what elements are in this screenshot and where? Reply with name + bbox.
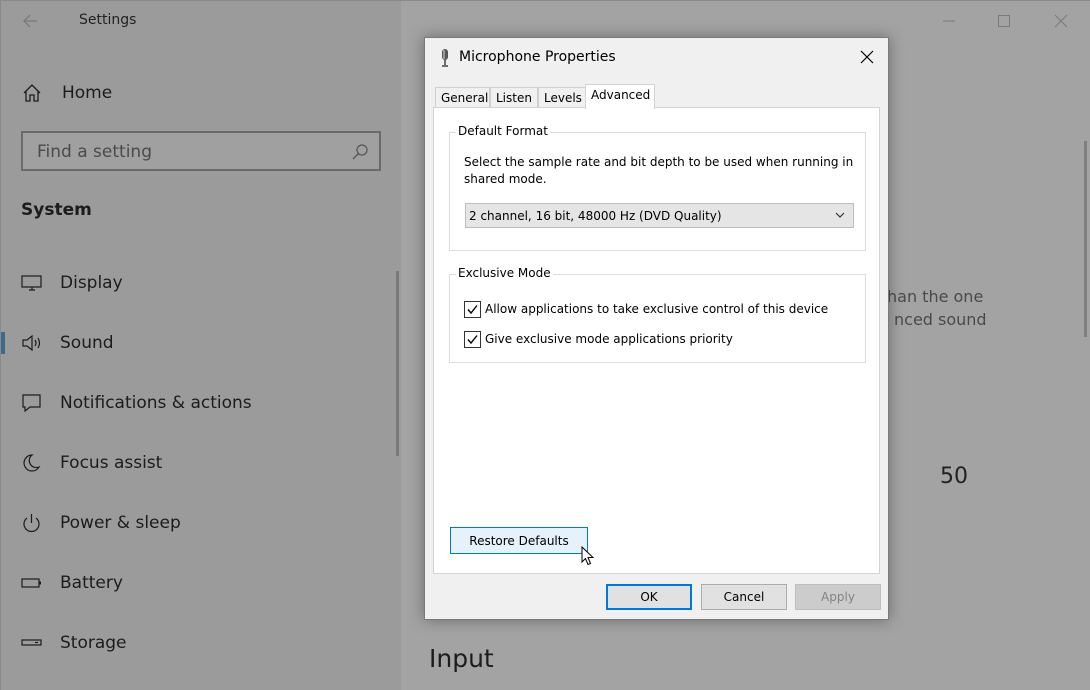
home-label: Home bbox=[62, 83, 113, 103]
tab-general[interactable]: General bbox=[435, 87, 490, 108]
exclusive-mode-title: Exclusive Mode bbox=[456, 266, 553, 280]
sidebar-item-battery[interactable]: Battery bbox=[1, 563, 397, 603]
sidebar-item-sound[interactable]: Sound bbox=[1, 323, 397, 363]
apply-button[interactable]: Apply bbox=[795, 584, 881, 610]
app-title: Settings bbox=[79, 12, 137, 28]
input-heading: Input bbox=[429, 644, 494, 673]
default-format-group: Default Format Select the sample rate an… bbox=[449, 124, 866, 251]
sidebar-item-notifications[interactable]: Notifications & actions bbox=[1, 383, 397, 423]
partial-description-line-1: han the one bbox=[887, 287, 984, 306]
exclusive-priority-option[interactable]: Give exclusive mode applications priorit… bbox=[464, 330, 733, 348]
back-arrow-icon bbox=[23, 14, 37, 28]
minimize-button[interactable] bbox=[935, 9, 963, 33]
sidebar-item-label: Power & sleep bbox=[60, 513, 181, 533]
moon-icon bbox=[23, 454, 41, 472]
format-select-value: 2 channel, 16 bit, 48000 Hz (DVD Quality… bbox=[469, 209, 722, 223]
search-input[interactable] bbox=[37, 142, 337, 162]
tab-advanced[interactable]: Advanced bbox=[585, 84, 655, 109]
battery-icon bbox=[21, 578, 41, 588]
sidebar-item-display[interactable]: Display bbox=[1, 263, 397, 303]
chevron-down-icon bbox=[835, 212, 845, 218]
exclusive-control-label: Allow applications to take exclusive con… bbox=[485, 302, 829, 316]
exclusive-control-checkbox[interactable] bbox=[464, 300, 481, 318]
checkmark-icon bbox=[467, 304, 478, 314]
storage-icon bbox=[21, 639, 42, 646]
home-nav-item[interactable]: Home bbox=[21, 81, 112, 105]
maximize-icon bbox=[998, 15, 1010, 27]
sidebar-item-label: Display bbox=[60, 273, 123, 293]
monitor-icon bbox=[21, 275, 42, 291]
ok-button[interactable]: OK bbox=[606, 584, 692, 610]
checkmark-icon bbox=[467, 334, 478, 344]
sidebar-item-label: Sound bbox=[60, 333, 114, 353]
close-window-button[interactable] bbox=[1047, 9, 1075, 33]
maximize-button[interactable] bbox=[990, 9, 1018, 33]
minimize-icon bbox=[943, 20, 955, 22]
tab-levels[interactable]: Levels bbox=[538, 87, 586, 108]
sidebar-item-label: Focus assist bbox=[60, 453, 163, 473]
default-format-description: Select the sample rate and bit depth to … bbox=[464, 155, 854, 186]
format-select[interactable]: 2 channel, 16 bit, 48000 Hz (DVD Quality… bbox=[465, 203, 854, 228]
exclusive-priority-label: Give exclusive mode applications priorit… bbox=[485, 332, 733, 346]
microphone-properties-dialog: Microphone Properties General Listen Lev… bbox=[424, 37, 889, 620]
speaker-icon bbox=[22, 334, 41, 352]
cancel-button[interactable]: Cancel bbox=[701, 584, 787, 610]
sidebar-item-label: Notifications & actions bbox=[60, 393, 252, 413]
search-icon bbox=[352, 144, 368, 160]
sidebar-scrollbar[interactable] bbox=[396, 271, 399, 456]
mouse-cursor-icon bbox=[581, 546, 594, 566]
exclusive-mode-group: Exclusive Mode Allow applications to tak… bbox=[449, 266, 866, 363]
home-icon bbox=[23, 84, 41, 102]
search-box[interactable] bbox=[21, 131, 381, 171]
sidebar-item-label: Storage bbox=[60, 633, 127, 653]
exclusive-priority-checkbox[interactable] bbox=[464, 330, 481, 348]
sidebar-item-focus-assist[interactable]: Focus assist bbox=[1, 443, 397, 483]
main-scrollbar[interactable] bbox=[1084, 141, 1087, 337]
settings-sidebar: Settings Home System Display bbox=[1, 1, 401, 690]
section-header: System bbox=[21, 200, 92, 220]
notification-icon bbox=[22, 394, 41, 413]
microphone-icon bbox=[442, 49, 448, 67]
default-format-title: Default Format bbox=[456, 124, 550, 138]
advanced-tab-panel: Default Format Select the sample rate an… bbox=[433, 107, 880, 574]
volume-value: 50 bbox=[940, 464, 968, 489]
sidebar-item-power-sleep[interactable]: Power & sleep bbox=[1, 503, 397, 543]
sidebar-item-label: Battery bbox=[60, 573, 123, 593]
partial-description-line-2: nced sound bbox=[894, 310, 987, 329]
back-button[interactable] bbox=[19, 9, 45, 33]
close-icon[interactable] bbox=[858, 48, 876, 66]
restore-defaults-button[interactable]: Restore Defaults bbox=[450, 527, 588, 554]
dialog-title: Microphone Properties bbox=[459, 49, 616, 65]
sidebar-item-storage[interactable]: Storage bbox=[1, 623, 397, 663]
tab-listen[interactable]: Listen bbox=[490, 87, 538, 108]
close-icon bbox=[1054, 14, 1068, 28]
exclusive-control-option[interactable]: Allow applications to take exclusive con… bbox=[464, 300, 828, 318]
power-icon bbox=[23, 514, 40, 533]
